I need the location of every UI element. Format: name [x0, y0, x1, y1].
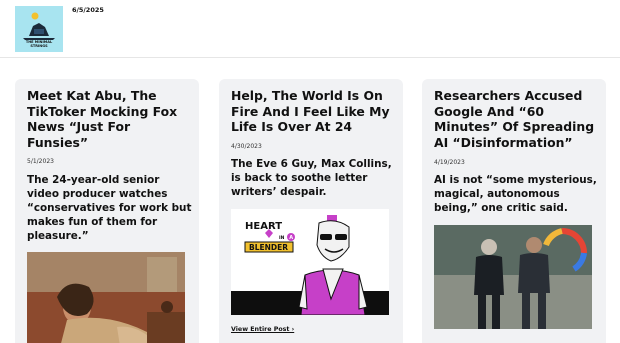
header-date: 6/5/2025 — [72, 6, 104, 14]
heart-in-a-blender-illustration: HEART IN A BLENDER — [231, 209, 389, 315]
site-logo[interactable]: THE MINIMAL STRINGS — [15, 6, 63, 52]
article-summary: AI is not “some mysterious, magical, aut… — [434, 174, 597, 214]
article-card[interactable]: Meet Kat Abu, The TikToker Mocking Fox N… — [15, 79, 199, 343]
logo-a-text: A — [289, 235, 293, 241]
site-header: THE MINIMAL STRINGS 6/5/2025 — [0, 0, 620, 58]
article-image[interactable]: HEART IN A BLENDER — [231, 209, 389, 315]
two-men-walking-photo — [434, 225, 592, 329]
article-date: 4/19/2023 — [434, 159, 465, 166]
article-card[interactable]: Help, The World Is On Fire And I Feel Li… — [219, 79, 403, 343]
article-title[interactable]: Researchers Accused Google And “60 Minut… — [434, 88, 599, 150]
logo-in-text: IN — [279, 235, 285, 241]
article-image[interactable] — [27, 252, 185, 343]
article-summary: The Eve 6 Guy, Max Collins, is back to s… — [231, 158, 392, 198]
article-card[interactable]: Researchers Accused Google And “60 Minut… — [422, 79, 606, 343]
logo-heart-text: HEART — [245, 221, 282, 232]
logo-blender-text: BLENDER — [249, 243, 288, 252]
article-summary: The 24-year-old senior video producer wa… — [27, 174, 192, 242]
logo-text: THE MINIMAL STRINGS — [25, 40, 53, 48]
article-title[interactable]: Help, The World Is On Fire And I Feel Li… — [231, 88, 396, 135]
article-image[interactable] — [434, 225, 592, 329]
article-date: 5/1/2023 — [27, 158, 54, 165]
view-entire-post-link[interactable]: View Entire Post › — [231, 326, 294, 333]
article-title[interactable]: Meet Kat Abu, The TikToker Mocking Fox N… — [27, 88, 192, 150]
article-date: 4/30/2023 — [231, 143, 262, 150]
woman-on-couch-photo — [27, 252, 185, 343]
